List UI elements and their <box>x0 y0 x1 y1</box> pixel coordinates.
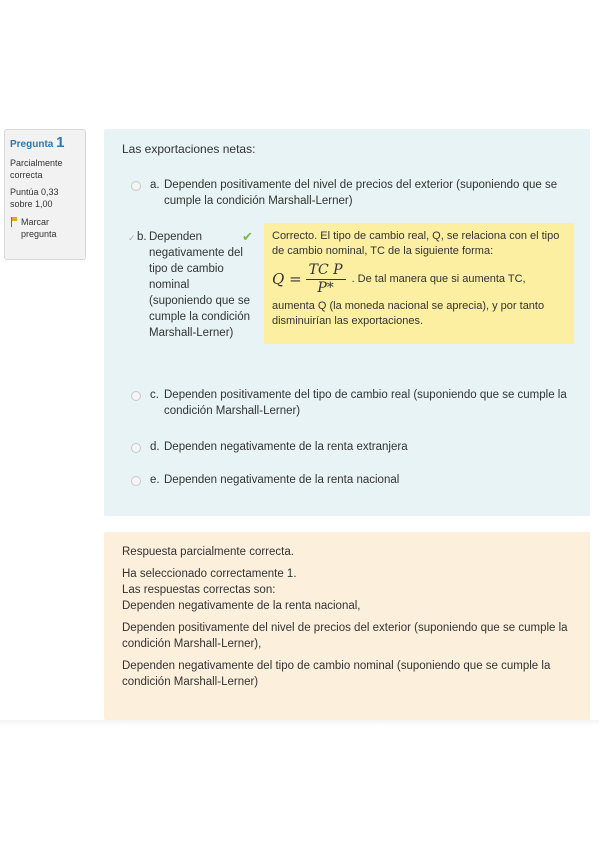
selected-check-icon: ✓ <box>128 233 136 243</box>
option-text: Dependen negativamente de la renta extra… <box>164 441 408 453</box>
question-grade: Puntúa 0,33 sobre 1,00 <box>10 187 59 209</box>
question-number: 1 <box>56 134 65 151</box>
formula-tail: . De tal manera que si aumenta TC, <box>351 273 526 285</box>
correct-answer: Dependen negativamente del tipo de cambi… <box>122 660 551 688</box>
formula-numerator: TC P <box>305 262 346 280</box>
correct-answers-header: Las respuestas correctas son: <box>122 584 276 596</box>
formula-lhs: Q = <box>272 270 302 288</box>
option-text: Dependen negativamente del tipo de cambi… <box>149 231 251 339</box>
answer-option-b[interactable]: ✓ b. Dependen negativamente del tipo de … <box>128 229 253 341</box>
answer-option-a[interactable]: a. Dependen positivamente del nivel de p… <box>131 177 576 209</box>
radio-button[interactable] <box>131 181 141 191</box>
option-text: Dependen negativamente de la renta nacio… <box>164 474 400 486</box>
formula-denominator: P* <box>317 280 334 296</box>
question-outcome-feedback: Respuesta parcialmente correcta. Ha sele… <box>104 532 590 720</box>
radio-button[interactable] <box>131 391 141 401</box>
outcome-summary: Respuesta parcialmente correcta. <box>122 546 294 558</box>
radio-button[interactable] <box>131 476 141 486</box>
question-formulation: Las exportaciones netas: a. Dependen pos… <box>104 129 590 516</box>
specific-feedback: Correcto. El tipo de cambio real, Q, se … <box>264 223 574 344</box>
question-info-panel: Pregunta 1 Parcialmente correcta Puntúa … <box>4 129 86 260</box>
answer-option-c[interactable]: c. Dependen positivamente del tipo de ca… <box>131 387 576 419</box>
option-letter: b. <box>137 231 147 243</box>
option-text: Dependen positivamente del tipo de cambi… <box>164 389 567 417</box>
correct-answer: Dependen negativamente de la renta nacio… <box>122 600 361 612</box>
checkmark-icon: ✔ <box>242 229 253 244</box>
question-state: Parcialmente correcta <box>10 158 63 180</box>
feedback-text-1: Correcto. El tipo de cambio real, Q, se … <box>272 230 560 257</box>
option-letter: e. <box>150 474 160 486</box>
flag-question-toggle[interactable]: Marcar pregunta <box>10 216 80 240</box>
exchange-rate-formula: Q = TC P P* . De tal manera que si aumen… <box>272 262 566 297</box>
page-bottom-shadow <box>0 720 599 726</box>
flag-icon <box>10 217 18 227</box>
correct-answer: Dependen positivamente del nivel de prec… <box>122 622 568 650</box>
question-title: Pregunta 1 <box>10 134 80 152</box>
selected-count: Ha seleccionado correctamente 1. <box>122 568 297 580</box>
flag-label: Marcar pregunta <box>21 217 57 239</box>
feedback-text-2: aumenta Q (la moneda nacional se aprecia… <box>272 300 545 327</box>
question-text: Las exportaciones netas: <box>122 142 256 156</box>
answer-option-d[interactable]: d. Dependen negativamente de la renta ex… <box>131 439 576 455</box>
option-letter: c. <box>150 389 159 401</box>
option-letter: a. <box>150 179 160 191</box>
question-label: Pregunta <box>10 139 54 150</box>
formula-fraction: TC P P* <box>305 262 346 297</box>
radio-button[interactable] <box>131 443 141 453</box>
answer-option-e[interactable]: e. Dependen negativamente de la renta na… <box>131 472 576 488</box>
option-text: Dependen positivamente del nivel de prec… <box>164 179 558 207</box>
option-letter: d. <box>150 441 160 453</box>
